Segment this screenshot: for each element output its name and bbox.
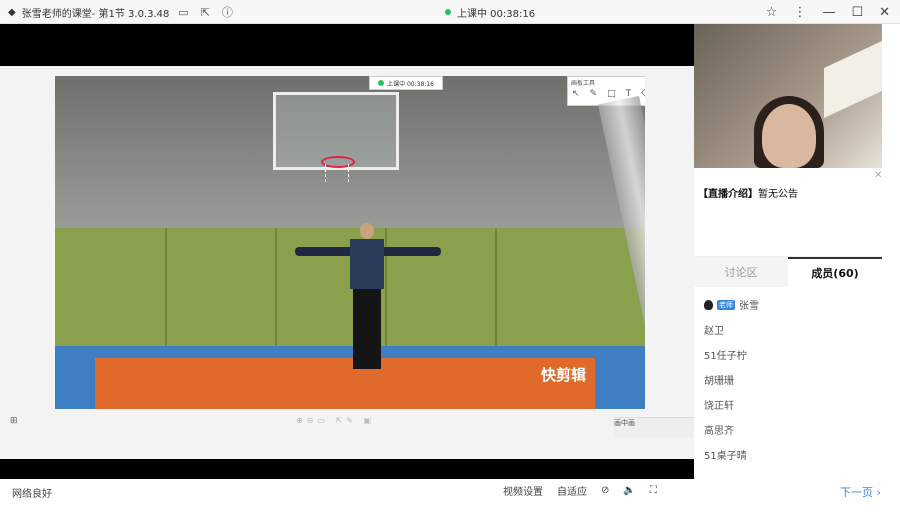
fullscreen-icon[interactable]: ⛶ xyxy=(650,485,657,496)
person-body xyxy=(350,239,384,289)
tool-window-title: 画板工具 xyxy=(571,80,596,87)
announcement: 【直播介绍】暂无公告 xyxy=(698,185,798,200)
tab-members[interactable]: 成员(60) xyxy=(788,257,882,287)
chat-icon[interactable]: ▭ xyxy=(175,4,191,20)
qq-icon xyxy=(704,299,713,310)
wall-stripe xyxy=(495,228,497,346)
info-icon[interactable]: ⓘ xyxy=(219,4,235,20)
next-page-label: 下一页 xyxy=(840,486,873,499)
person-legs xyxy=(353,289,381,369)
grid-icon[interactable]: ⊞ xyxy=(10,416,18,426)
bottom-controls: 视频设置 自适应 ⊘ 🔈 ⛶ xyxy=(503,483,657,498)
teacher-camera xyxy=(694,24,882,168)
app-logo-icon: ◆ xyxy=(8,6,16,18)
shared-video: 快剪辑 上课中 00:38:16 画板工具 ↖ ✎ □ T ⌫ xyxy=(55,76,645,409)
wall-stripe xyxy=(385,228,387,346)
live-pill: 上课中 00:38:16 xyxy=(369,76,443,90)
sidebar: ✕ 【直播介绍】暂无公告 讨论区 成员(60) 老师 张雪 赵卫 51任子柠 胡… xyxy=(694,24,882,479)
teacher-badge: 老师 xyxy=(717,299,735,310)
member-name: 张雪 xyxy=(739,301,759,312)
wall-stripe xyxy=(275,228,277,346)
sidebar-tabs: 讨论区 成员(60) xyxy=(694,256,882,287)
member-list: 老师 张雪 赵卫 51任子柠 胡珊珊 饶正轩 高思齐 51桌子晴 xyxy=(704,292,874,467)
video-controls-icon[interactable]: ⊕⊖▭ ⇱✎ ▣ xyxy=(296,416,375,425)
minimize-icon[interactable]: — xyxy=(822,5,835,20)
video-watermark: 快剪辑 xyxy=(541,366,587,384)
list-item[interactable]: 赵卫 xyxy=(704,317,874,342)
share-icon[interactable]: ⇱ xyxy=(197,4,213,20)
more-icon[interactable]: ⋮ xyxy=(793,5,806,20)
wall-stripe xyxy=(165,228,167,346)
list-item[interactable]: 饶正轩 xyxy=(704,392,874,417)
live-status: 上课中 00:38:16 xyxy=(445,0,535,24)
maximize-icon[interactable]: ☐ xyxy=(851,5,863,20)
title-bar: ◆ 张雪老师的课堂- 第1节 3.0.3.48 ▭ ⇱ ⓘ 上课中 00:38:… xyxy=(0,0,900,24)
court-key xyxy=(95,358,595,409)
person-head xyxy=(360,223,374,239)
mini-view-label: 画中画 xyxy=(614,419,635,427)
window-light xyxy=(824,40,882,118)
window-title: 张雪老师的课堂- 第1节 3.0.3.48 xyxy=(21,8,170,20)
bottom-bar: 网络良好 视频设置 自适应 ⊘ 🔈 ⛶ 下一页 › xyxy=(0,479,900,522)
list-item[interactable]: 高思齐 xyxy=(704,417,874,442)
video-area: 快剪辑 上课中 00:38:16 画板工具 ↖ ✎ □ T ⌫ ⊞ ⊕⊖▭ ⇱✎… xyxy=(0,24,694,479)
tool-button[interactable]: □ xyxy=(607,89,616,99)
announcement-title: 【直播介绍】 xyxy=(698,189,758,200)
announcement-text: 暂无公告 xyxy=(758,189,798,200)
live-pill-dot-icon xyxy=(378,80,385,86)
title-left: ◆ 张雪老师的课堂- 第1节 3.0.3.48 ▭ ⇱ ⓘ xyxy=(8,0,235,24)
close-announcement-icon[interactable]: ✕ xyxy=(874,170,882,181)
tool-button[interactable]: ↖ xyxy=(572,89,580,99)
no-camera-icon[interactable]: ⊘ xyxy=(601,485,609,496)
next-page-button[interactable]: 下一页 › xyxy=(840,484,881,500)
live-status-text: 上课中 00:38:16 xyxy=(457,8,536,20)
tool-button[interactable]: ⌫ xyxy=(641,89,645,99)
live-dot-icon xyxy=(445,9,451,15)
video-settings-button[interactable]: 视频设置 xyxy=(503,483,543,498)
pin-icon[interactable]: ☆ xyxy=(766,5,778,20)
volume-icon[interactable]: 🔈 xyxy=(623,485,635,496)
window-controls: ☆ ⋮ — ☐ ✕ xyxy=(766,0,890,24)
list-item[interactable]: 老师 张雪 xyxy=(704,292,874,317)
mini-view[interactable]: 画中画 xyxy=(614,417,694,438)
list-item[interactable]: 51任子柠 xyxy=(704,342,874,367)
net xyxy=(325,164,349,182)
screen-share: 快剪辑 上课中 00:38:16 画板工具 ↖ ✎ □ T ⌫ ⊞ ⊕⊖▭ ⇱✎… xyxy=(0,66,694,459)
close-icon[interactable]: ✕ xyxy=(879,5,890,20)
live-pill-text: 上课中 00:38:16 xyxy=(387,80,434,88)
teacher-face xyxy=(762,104,816,168)
list-item[interactable]: 胡珊珊 xyxy=(704,367,874,392)
adapt-button[interactable]: 自适应 xyxy=(557,483,587,498)
list-item[interactable]: 51桌子晴 xyxy=(704,442,874,467)
network-status: 网络良好 xyxy=(12,489,52,500)
tool-button[interactable]: ✎ xyxy=(590,89,598,99)
tab-discussion[interactable]: 讨论区 xyxy=(694,257,788,287)
